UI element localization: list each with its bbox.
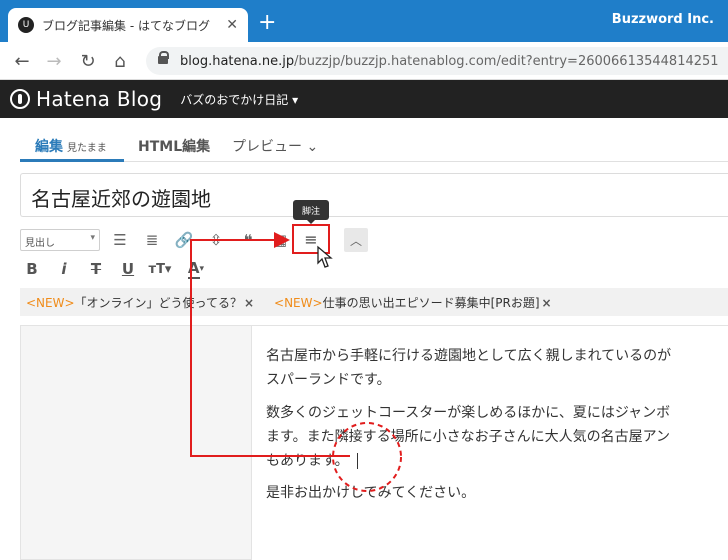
body-line: 是非お出かけしてみてください。 [266,485,476,501]
new-tag: <NEW> [26,295,75,310]
font-color-icon[interactable]: A ▾ [184,257,208,281]
tab-label: 編集 [35,139,63,155]
hatena-header: Hatena Blog バズのおでかけ日記 ▾ [0,80,728,118]
new-tab-icon[interactable]: + [258,12,276,34]
italic-icon[interactable]: i [52,257,76,281]
hatena-logo-icon[interactable] [10,89,30,109]
browser-titlebar: ᑌ ブログ記事編集 - はてなブログ ✕ + Buzzword Inc. [0,0,728,42]
tab-preview[interactable]: プレビュー ⌄ [232,130,332,162]
close-icon[interactable]: × [244,296,254,310]
tab-wysiwyg[interactable]: 編集 見たまま [20,130,124,162]
editor-mode-tabs: 編集 見たまま HTML編集 プレビュー ⌄ [20,130,728,162]
blog-select[interactable]: バズのおでかけ日記 ▾ [180,91,298,108]
address-bar: ← → ↻ ⌂ blog.hatena.ne.jp/buzzjp/buzzjp.… [0,42,728,80]
forward-arrow-icon[interactable]: → [42,49,66,73]
new-tag: <NEW> [274,295,323,310]
bold-icon[interactable]: B [20,257,44,281]
reload-icon[interactable]: ↻ [76,49,100,73]
tab-label: HTML編集 [138,139,211,155]
tab-sublabel: 見たまま [67,143,107,154]
body-line: ます。また隣接する場所に小さなお子さんに大人気の名古屋アン [266,429,671,445]
tab-html[interactable]: HTML編集 [138,130,214,162]
toolbar-row-2: B i T U тT▾ A ▾ [20,256,240,282]
lock-icon [158,51,169,66]
browser-tab[interactable]: ᑌ ブログ記事編集 - はてなブログ ✕ [8,8,248,42]
url-host: blog.hatena.ne.jp [180,53,295,69]
url-path: /buzzjp/buzzjp.hatenablog.com/edit?entry… [294,53,719,69]
body-line-caret: もあります。 [266,450,358,472]
topic-text: 「オンライン」どう使ってる？ [74,295,242,310]
topic-item[interactable]: <NEW>「オンライン」どう使ってる？ × [26,294,254,311]
blockquote-icon[interactable]: ❝ [236,228,260,252]
link-icon[interactable]: 🔗 [172,228,196,252]
tab-label: プレビュー ⌄ [232,139,319,155]
font-size-icon[interactable]: тT▾ [148,257,172,281]
topics-bar: <NEW>「オンライン」どう使ってる？ × <NEW>仕事の思い出エピソード募集中… [20,288,728,316]
url-input[interactable]: blog.hatena.ne.jp/buzzjp/buzzjp.hatenabl… [146,47,728,75]
brand-name[interactable]: Hatena Blog [36,87,162,111]
more-separator-icon[interactable]: ⇳ [204,228,228,252]
heading-select[interactable]: 見出し [20,229,100,251]
table-icon[interactable]: ▦ [268,228,292,252]
tab-title: ブログ記事編集 - はてなブログ [42,18,210,33]
footnote-button[interactable]: ≡ [292,224,330,254]
bullet-list-icon[interactable]: ☰ [108,228,132,252]
close-icon[interactable]: ✕ [226,17,238,33]
strikethrough-icon[interactable]: T [84,257,108,281]
numbered-list-icon[interactable]: ≣ [140,228,164,252]
chevron-up-icon[interactable]: ︿ [344,228,368,252]
back-arrow-icon[interactable]: ← [10,49,34,73]
body-line: 名古屋市から手軽に行ける遊園地として広く親しまれているのが [266,348,672,364]
toolbar-row-1: 見出し ☰ ≣ 🔗 ⇳ ❝ ▦ ≡ ︿ [20,224,380,254]
body-line: スパーランドです。 [266,372,391,388]
footnote-tooltip: 脚注 [293,200,329,224]
close-icon[interactable]: × [542,296,552,310]
text-caret [356,453,358,469]
editor-sidebar [20,325,252,560]
title-input[interactable]: 名古屋近郊の遊園地 [20,173,728,217]
body-line: もあります。 [266,453,349,469]
topic-text: 仕事の思い出エピソード募集中[PRお題] [322,295,540,310]
body-line: 数多くのジェットコースターが楽しめるほかに、夏にはジャンボ [266,405,671,421]
footnote-icon: ≡ [304,229,318,249]
underline-icon[interactable]: U [116,257,140,281]
profile-name[interactable]: Buzzword Inc. [612,12,714,27]
home-icon[interactable]: ⌂ [108,49,132,73]
topic-item[interactable]: <NEW>仕事の思い出エピソード募集中[PRお題] × [274,294,552,311]
hatena-favicon-icon: ᑌ [18,17,34,33]
